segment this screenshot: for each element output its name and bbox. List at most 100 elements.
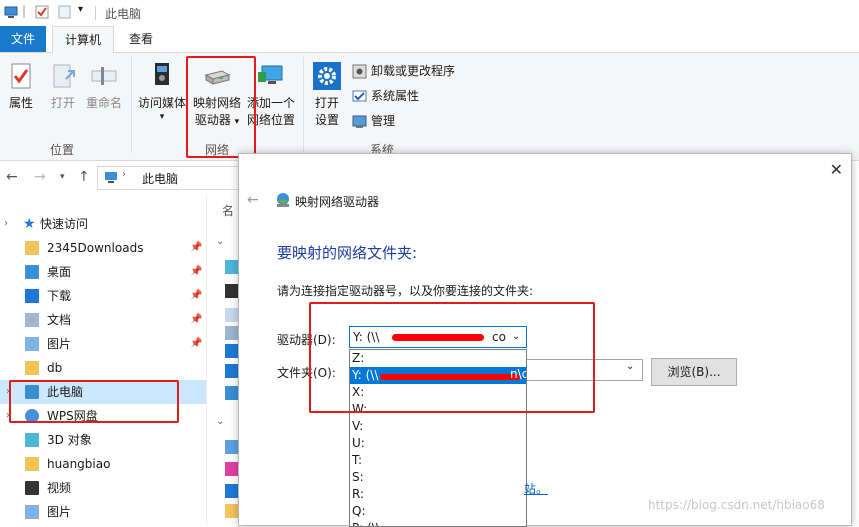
computer-icon — [105, 172, 117, 183]
address-chevron-icon: › — [122, 169, 126, 180]
add-network-location-icon — [258, 65, 283, 84]
access-media-button[interactable]: 访问媒体 ▾ — [136, 61, 188, 122]
uninstall-label: 卸载或更改程序 — [371, 64, 456, 78]
close-icon[interactable]: ✕ — [830, 160, 843, 179]
nav-item[interactable]: 2345Downloads 📌 — [0, 236, 206, 260]
address-path: 此电脑 — [142, 172, 179, 186]
tab-computer[interactable]: 计算机 — [52, 26, 114, 53]
network-drive-icon — [277, 193, 289, 207]
properties-icon — [11, 63, 31, 89]
window-title: 此电脑 — [105, 7, 142, 21]
rename-button[interactable]: 重命名 — [84, 61, 124, 112]
up-arrow-icon[interactable]: ↑ — [78, 169, 90, 185]
open-button[interactable]: 打开 — [46, 61, 80, 112]
uninstall-icon — [352, 64, 367, 79]
nav-item-label: db — [47, 361, 63, 375]
nav-item[interactable]: huangbiao — [0, 452, 206, 476]
nav-item[interactable]: 桌面 📌 — [0, 260, 206, 284]
rename-label: 重命名 — [85, 96, 122, 110]
content-column-header[interactable]: 名 — [222, 202, 234, 219]
nav-item-label: huangbiao — [47, 457, 111, 471]
app-icon — [225, 484, 239, 498]
navigation-pane: › ★ 快速访问 2345Downloads 📌 桌面 📌 下载 📌 文档 📌 图片 📌 db › 此电… — [0, 206, 206, 524]
nav-item[interactable]: 图片 📌 — [0, 332, 206, 356]
chevron-down-icon: ⌄ — [626, 361, 635, 372]
qa-dropdown-icon[interactable]: ▾ — [78, 4, 83, 15]
dropdown-option[interactable]: S: — [350, 469, 526, 486]
annotation-box-dropdown — [309, 302, 595, 413]
title-sep-1: | — [22, 4, 27, 18]
nav-item-label: 桌面 — [47, 265, 72, 279]
browse-button[interactable]: 浏览(B)... — [651, 358, 737, 386]
star-icon: ★ — [23, 216, 36, 232]
open-icon — [53, 64, 75, 88]
title-bar: | ▾ 此电脑 — [0, 0, 859, 26]
gear-icon — [313, 62, 341, 90]
download-icon — [225, 344, 239, 358]
dropdown-option[interactable]: R: — [350, 486, 526, 503]
title-divider — [95, 6, 96, 20]
back-arrow-icon[interactable]: ← — [6, 169, 18, 185]
folder-icon — [25, 457, 39, 471]
nav-item[interactable]: 视频 — [0, 476, 206, 500]
address-bar[interactable]: › 此电脑 — [97, 166, 248, 190]
tab-file[interactable]: 文件 — [0, 26, 46, 52]
document-icon — [25, 313, 39, 327]
group-separator — [131, 57, 132, 153]
tab-view[interactable]: 查看 — [118, 26, 164, 52]
manage-icon — [352, 115, 367, 128]
dialog-instruction: 请为连接指定驱动器号，以及你要连接的文件夹: — [277, 284, 534, 298]
system-properties-button[interactable]: 系统属性 — [352, 86, 419, 106]
dialog-heading: 要映射的网络文件夹: — [277, 244, 418, 262]
nav-item[interactable]: 下载 📌 — [0, 284, 206, 308]
pin-icon: 📌 — [190, 338, 203, 349]
folder-check-icon — [25, 361, 39, 375]
nav-item[interactable]: 图片 — [0, 500, 206, 524]
pin-icon: 📌 — [190, 242, 203, 253]
nav-item[interactable]: 3D 对象 — [0, 428, 206, 452]
nav-item-label: 文档 — [47, 313, 72, 327]
nav-item[interactable]: 文档 📌 — [0, 308, 206, 332]
document-icon — [225, 326, 239, 340]
annotation-box-map-drive — [186, 56, 256, 158]
access-media-dropdown-icon: ▾ — [159, 112, 165, 122]
navigation-bar: ← → ▾ ↑ › 此电脑 — [0, 166, 248, 190]
nav-quick-access-label: 快速访问 — [40, 217, 89, 231]
nav-item[interactable]: db — [0, 356, 206, 380]
properties-button[interactable]: 属性 — [4, 61, 38, 112]
open-settings-button[interactable]: 打开 设置 — [308, 61, 346, 129]
group-chevron-icon[interactable]: ⌄ — [216, 236, 224, 247]
music-icon — [225, 364, 239, 378]
dialog-title: 映射网络驱动器 — [295, 195, 380, 209]
help-link[interactable]: 站。 — [524, 480, 548, 497]
forward-arrow-icon[interactable]: → — [34, 169, 46, 185]
object-icon — [225, 260, 239, 274]
back-arrow-icon[interactable]: ← — [247, 192, 259, 208]
group-chevron-icon[interactable]: ⌄ — [216, 416, 224, 427]
dropdown-option[interactable]: U: — [350, 435, 526, 452]
computer-icon — [4, 6, 18, 18]
cloud-icon — [225, 440, 239, 454]
pin-icon: 📌 — [190, 290, 203, 301]
access-media-label: 访问媒体 — [137, 96, 186, 110]
uninstall-button[interactable]: 卸载或更改程序 — [352, 61, 455, 81]
download-icon — [25, 289, 39, 303]
new-folder-icon[interactable] — [58, 5, 72, 19]
group-location-label: 位置 — [50, 143, 75, 157]
dropdown-option[interactable]: T: — [350, 452, 526, 469]
cube-icon — [25, 433, 39, 447]
dropdown-option[interactable]: V: — [350, 418, 526, 435]
properties-label: 属性 — [8, 96, 33, 110]
collapse-chevron-icon[interactable]: › — [4, 212, 8, 236]
dropdown-option[interactable]: Q: — [350, 503, 526, 520]
recent-dropdown-icon[interactable]: ▾ — [60, 172, 65, 182]
properties-check-icon[interactable] — [35, 5, 49, 19]
watermark: https://blog.csdn.net/hbiao68 — [648, 498, 825, 512]
rename-icon — [91, 67, 117, 85]
manage-label: 管理 — [371, 114, 396, 128]
open-settings-label-2: 设置 — [314, 113, 339, 127]
manage-button[interactable]: 管理 — [352, 111, 395, 131]
system-properties-label: 系统属性 — [371, 89, 420, 103]
nav-quick-access[interactable]: › ★ 快速访问 — [0, 212, 206, 236]
video-icon — [25, 481, 39, 495]
